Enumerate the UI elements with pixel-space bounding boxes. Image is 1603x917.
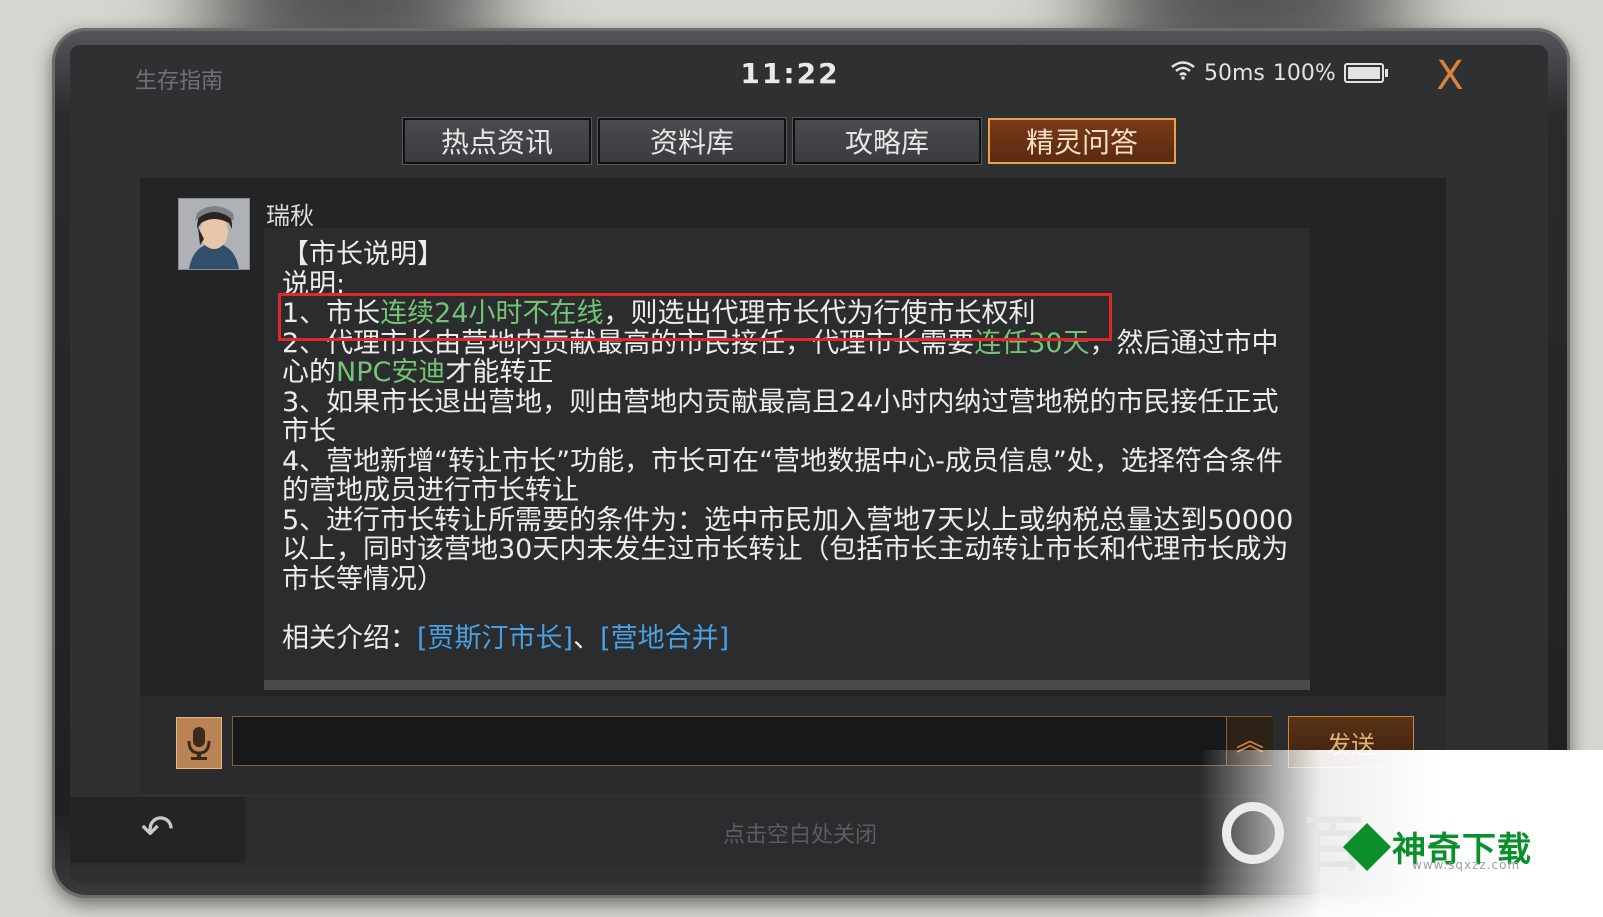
highlight-box: [278, 293, 1112, 341]
close-hint[interactable]: 点击空白处关闭: [630, 817, 970, 849]
rule-4: 4、营地新增“转让市长”功能，市长可在“营地数据中心-成员信息”处，选择符合条件…: [282, 445, 1283, 506]
brand-diamond-icon: [1342, 822, 1392, 871]
clock: 11:22: [740, 57, 840, 90]
link-mayor-justin[interactable]: [贾斯汀市长]: [417, 623, 573, 654]
sender-name: 瑞秋: [266, 202, 314, 230]
tab-hot-news[interactable]: 热点资讯: [402, 117, 592, 165]
avatar: [178, 198, 250, 270]
tab-spirit-qa[interactable]: 精灵问答: [988, 118, 1176, 164]
rule-5: 5、进行市长转让所需要的条件为：选中市民加入营地7天以上或纳税总量达到50000…: [282, 504, 1294, 595]
rule-3: 3、如果市长退出营地，则由营地内贡献最高且24小时内纳过营地税的市民接任正式市长: [282, 386, 1279, 447]
status-indicators: 50ms 100%: [1170, 60, 1388, 86]
watermark-circle-logo: [1222, 802, 1284, 864]
chat-panel: 瑞秋 【市长说明】 说明: 1、市长连续24小时不在线，则选出代理市长代为行使市…: [140, 178, 1446, 696]
message-title: 【市长说明】: [282, 239, 444, 270]
message-bubble: 【市长说明】 说明: 1、市长连续24小时不在线，则选出代理市长代为行使市长权利…: [264, 228, 1310, 690]
app-title: 生存指南: [135, 69, 224, 94]
battery-text: 100%: [1272, 60, 1336, 86]
tab-guides[interactable]: 攻略库: [792, 117, 982, 165]
chat-input[interactable]: [232, 716, 1272, 766]
related-links: 相关介绍：[贾斯汀市长]、[营地合并]: [282, 622, 730, 654]
wifi-icon: [1170, 60, 1196, 86]
tab-bar: 热点资讯 资料库 攻略库 精灵问答: [402, 117, 1176, 165]
close-button[interactable]: X: [1425, 51, 1475, 101]
watermark: 百 神奇下载 www.sqxzz.com: [1200, 750, 1603, 917]
voice-button[interactable]: [176, 717, 222, 769]
tab-database[interactable]: 资料库: [597, 117, 787, 165]
link-camp-merge[interactable]: [营地合并]: [600, 623, 729, 654]
microphone-icon: [187, 727, 211, 760]
undo-arrow-icon: ↶: [140, 807, 175, 853]
battery-icon: [1343, 63, 1388, 83]
highlight-npc: NPC安迪: [336, 357, 446, 388]
brand-url: www.sqxzz.com: [1412, 858, 1521, 872]
back-button[interactable]: ↶: [70, 797, 245, 863]
latency-text: 50ms: [1204, 60, 1265, 86]
